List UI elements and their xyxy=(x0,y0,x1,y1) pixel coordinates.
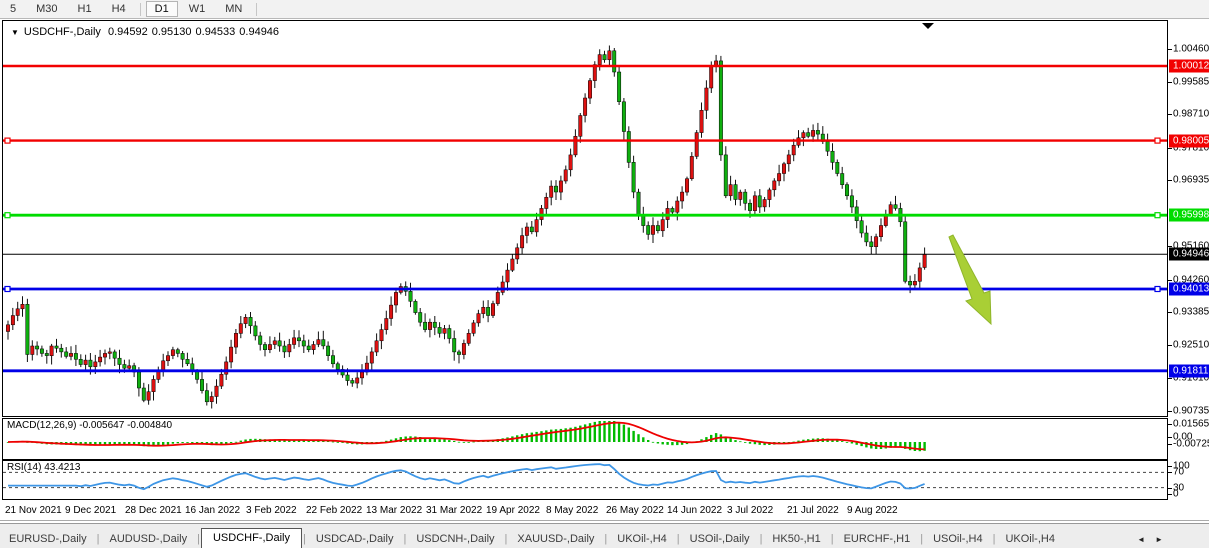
axis-tick xyxy=(1168,312,1172,313)
timeframe-button-5[interactable]: 5 xyxy=(1,1,25,17)
axis-tick xyxy=(1168,148,1172,149)
legend-open: 0.94592 xyxy=(108,26,148,38)
date-tick-label: 3 Feb 2022 xyxy=(246,505,297,516)
rsi-indicator-panel: RSI(14) 43.4213 xyxy=(2,460,1168,500)
price-tick-label: 1.00460 xyxy=(1173,44,1209,55)
chart-tab-usoil-h4[interactable]: USOil-,H4 xyxy=(924,530,992,548)
macd-axis-label: -0.0072559 xyxy=(1173,439,1209,450)
price-chart-canvas xyxy=(3,21,1167,416)
price-level-badge: 0.91811 xyxy=(1169,365,1209,378)
rsi-label: RSI(14) 43.4213 xyxy=(7,462,80,473)
tab-scroll-right-icon[interactable]: ► xyxy=(1155,535,1163,544)
macd-canvas xyxy=(3,419,1167,459)
axis-tick xyxy=(1168,378,1172,379)
date-tick-label: 9 Aug 2022 xyxy=(847,505,898,516)
axis-tick xyxy=(1168,49,1172,50)
axis-tick xyxy=(1168,466,1172,467)
symbol-dropdown-icon[interactable]: ▼ xyxy=(11,28,19,37)
chart-tab-ukoil-h4[interactable]: UKOil-,H4 xyxy=(996,530,1064,548)
timeframe-toolbar: 5M30H1H4 D1W1MN xyxy=(0,0,1209,19)
macd-label: MACD(12,26,9) -0.005647 -0.004840 xyxy=(7,420,172,431)
axis-tick xyxy=(1168,180,1172,181)
toolbar-separator xyxy=(256,3,257,16)
chart-tab-ukoil-h4[interactable]: UKOil-,H4 xyxy=(608,530,676,548)
date-tick-label: 19 Apr 2022 xyxy=(486,505,540,516)
timeframe-button-m30[interactable]: M30 xyxy=(27,1,66,17)
date-tick-label: 28 Dec 2021 xyxy=(125,505,182,516)
price-axis[interactable]: 1.004600.995850.987100.978100.969350.951… xyxy=(1168,20,1209,518)
chart-tab-xauusd-daily[interactable]: XAUUSD-,Daily xyxy=(508,530,603,548)
timeframe-button-w1[interactable]: W1 xyxy=(180,1,215,17)
axis-tick xyxy=(1168,472,1172,473)
chart-tab-eurusd-daily[interactable]: EURUSD-,Daily xyxy=(0,530,96,548)
price-tick-label: 0.93385 xyxy=(1173,307,1209,318)
candlestick-chart xyxy=(3,21,1167,416)
legend-high: 0.95130 xyxy=(152,26,192,38)
macd-axis-label: 0.015654 xyxy=(1173,419,1209,430)
date-tick-label: 9 Dec 2021 xyxy=(65,505,116,516)
price-tick-label: 0.90735 xyxy=(1173,406,1209,417)
rsi-canvas xyxy=(3,461,1167,499)
timeframe-button-mn[interactable]: MN xyxy=(216,1,251,17)
chart-tab-eurchf-h1[interactable]: EURCHF-,H1 xyxy=(835,530,920,548)
price-level-badge: 1.00012 xyxy=(1169,60,1209,73)
axis-tick xyxy=(1168,424,1172,425)
date-tick-label: 26 May 2022 xyxy=(606,505,664,516)
date-tick-label: 13 Mar 2022 xyxy=(366,505,422,516)
legend-low: 0.94533 xyxy=(196,26,236,38)
axis-tick xyxy=(1168,437,1172,438)
rsi-axis-label: 0 xyxy=(1173,489,1179,500)
mt4-window: 5M30H1H4 D1W1MN ▼ USDCHF-,Daily 0.94592 0.9… xyxy=(0,0,1209,548)
rsi-chart xyxy=(3,461,1167,499)
date-tick-label: 14 Jun 2022 xyxy=(667,505,722,516)
date-tick-label: 8 May 2022 xyxy=(546,505,598,516)
axis-tick xyxy=(1168,82,1172,83)
price-level-badge: 0.94013 xyxy=(1169,283,1209,296)
chart-tab-usdcad-daily[interactable]: USDCAD-,Daily xyxy=(307,530,403,548)
chart-tab-usdcnh-daily[interactable]: USDCNH-,Daily xyxy=(407,530,503,548)
timeframe-button-d1[interactable]: D1 xyxy=(146,1,178,17)
current-price-badge: 0.94946 xyxy=(1169,248,1209,261)
axis-tick xyxy=(1168,494,1172,495)
price-tick-label: 0.96935 xyxy=(1173,175,1209,186)
chart-tab-hk50-h1[interactable]: HK50-,H1 xyxy=(763,530,829,548)
legend-symbol: USDCHF-,Daily xyxy=(24,26,101,38)
axis-tick xyxy=(1168,114,1172,115)
chart-legend: ▼ USDCHF-,Daily 0.94592 0.95130 0.945330.94… xyxy=(11,26,283,38)
toolbar-separator xyxy=(140,3,141,16)
date-tick-label: 31 Mar 2022 xyxy=(426,505,482,516)
axis-tick xyxy=(1168,345,1172,346)
price-level-badge: 0.95998 xyxy=(1169,209,1209,222)
date-tick-label: 21 Jul 2022 xyxy=(787,505,839,516)
price-level-badge: 0.98005 xyxy=(1169,135,1209,148)
axis-tick xyxy=(1168,280,1172,281)
chart-tab-usoil-daily[interactable]: USOil-,Daily xyxy=(681,530,759,548)
axis-tick xyxy=(1168,411,1172,412)
date-tick-label: 16 Jan 2022 xyxy=(185,505,240,516)
timeframe-button-h4[interactable]: H4 xyxy=(103,1,135,17)
legend-close: 0.94946 xyxy=(239,26,279,38)
macd-chart xyxy=(3,419,1167,459)
date-tick-label: 3 Jul 2022 xyxy=(727,505,773,516)
date-tick-label: 21 Nov 2021 xyxy=(5,505,62,516)
macd-indicator-panel: MACD(12,26,9) -0.005647 -0.004840 xyxy=(2,418,1168,460)
price-tick-label: 0.92510 xyxy=(1173,340,1209,351)
axis-tick xyxy=(1168,488,1172,489)
chart-tab-bar: EURUSD-,Daily|AUDUSD-,Daily|USDCHF-,Dail… xyxy=(0,523,1209,548)
date-tick-label: 22 Feb 2022 xyxy=(306,505,362,516)
price-tick-label: 0.99585 xyxy=(1173,77,1209,88)
chart-tab-usdchf-daily[interactable]: USDCHF-,Daily xyxy=(201,528,302,548)
timeframe-button-h1[interactable]: H1 xyxy=(69,1,101,17)
price-tick-label: 0.98710 xyxy=(1173,109,1209,120)
rsi-axis-label: 70 xyxy=(1173,467,1184,478)
date-axis[interactable]: 21 Nov 20219 Dec 2021 28 Dec 202116 Jan 2… xyxy=(2,502,1168,518)
tab-scroll-left-icon[interactable]: ◄ xyxy=(1137,535,1145,544)
chart-tab-audusd-daily[interactable]: AUDUSD-,Daily xyxy=(100,530,196,548)
tab-scroll-controls: ◄► xyxy=(1137,535,1163,548)
axis-tick xyxy=(1168,444,1172,445)
price-chart-panel[interactable]: ▼ USDCHF-,Daily 0.94592 0.95130 0.945330.94… xyxy=(2,20,1168,417)
